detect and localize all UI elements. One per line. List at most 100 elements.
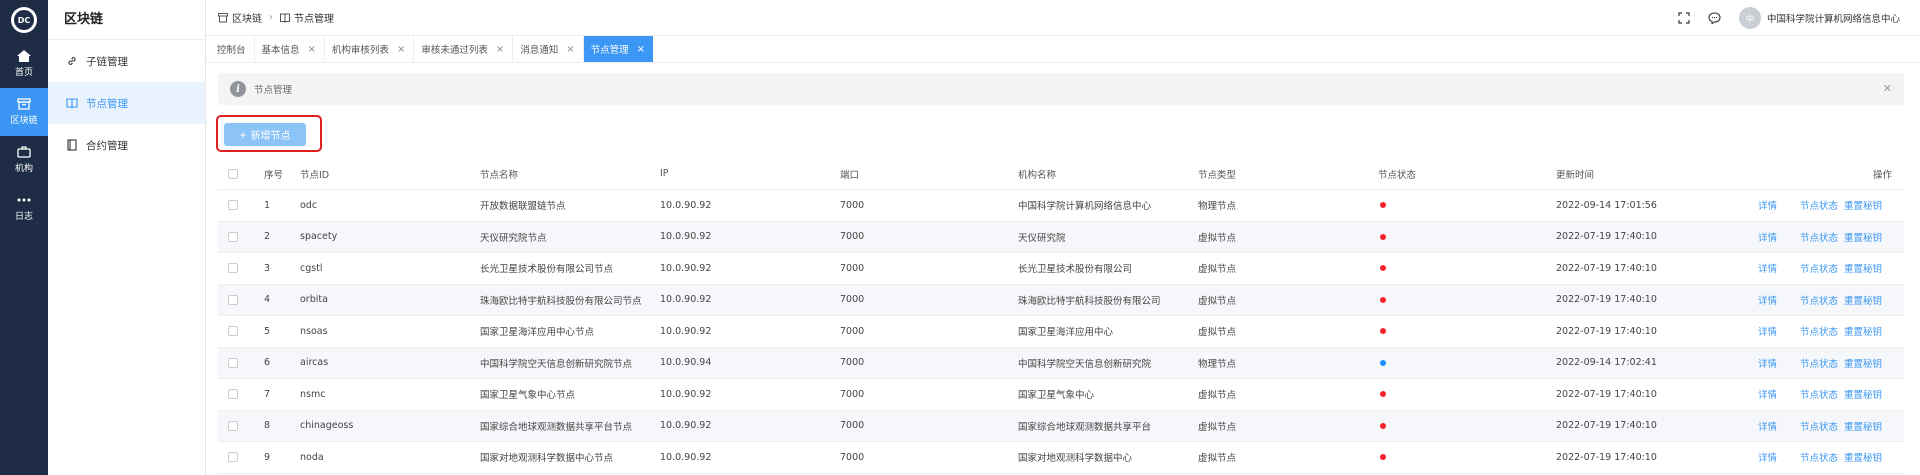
fullscreen-icon[interactable]: [1678, 12, 1690, 24]
select-all-checkbox[interactable]: [228, 158, 238, 189]
reset-key-link[interactable]: 重置秘钥: [1844, 411, 1882, 442]
node-status-link[interactable]: 节点状态: [1800, 316, 1838, 347]
row-checkbox-cell[interactable]: [228, 348, 238, 379]
cell-no: 6: [264, 357, 271, 369]
row-checkbox-cell[interactable]: [228, 379, 238, 410]
reset-key-link[interactable]: 重置秘钥: [1844, 348, 1882, 379]
tab-basic-info[interactable]: 基本信息 ×: [255, 36, 325, 62]
logo[interactable]: DC: [11, 7, 37, 33]
sidebar-item-contract[interactable]: 合约管理: [48, 124, 205, 166]
checkbox[interactable]: [228, 357, 238, 368]
node-status-link[interactable]: 节点状态: [1800, 379, 1838, 410]
detail-link[interactable]: 详情: [1758, 253, 1777, 284]
detail-link[interactable]: 详情: [1758, 316, 1777, 347]
avatar[interactable]: 中: [1738, 7, 1761, 29]
detail-link[interactable]: 详情: [1758, 348, 1777, 379]
node-status-link[interactable]: 节点状态: [1800, 411, 1838, 442]
reset-key-link[interactable]: 重置秘钥: [1844, 285, 1882, 316]
detail-link[interactable]: 详情: [1758, 379, 1777, 410]
rail-item-log[interactable]: 日志: [0, 184, 48, 232]
tab-org-review[interactable]: 机构审核列表 ×: [325, 36, 415, 62]
reset-key-link[interactable]: 重置秘钥: [1844, 190, 1882, 221]
cell-status: [1380, 316, 1386, 347]
node-status-link[interactable]: 节点状态: [1800, 285, 1838, 316]
cell-status: [1380, 411, 1386, 442]
row-checkbox-cell[interactable]: [228, 253, 238, 284]
checkbox[interactable]: [228, 200, 238, 211]
checkbox[interactable]: [228, 452, 238, 463]
column-header: 机构名称: [1018, 169, 1057, 181]
node-status-link[interactable]: 节点状态: [1800, 253, 1838, 284]
tab-label: 节点管理: [590, 45, 629, 56]
reset-key-link[interactable]: 重置秘钥: [1844, 316, 1882, 347]
detail-link[interactable]: 详情: [1758, 411, 1777, 442]
rail-item-home[interactable]: 首页: [0, 40, 48, 88]
cell-id: nsoas: [300, 325, 328, 337]
rail-item-org[interactable]: 机构: [0, 136, 48, 184]
checkbox[interactable]: [228, 420, 238, 431]
checkbox[interactable]: [228, 389, 238, 400]
detail-link[interactable]: 详情: [1758, 442, 1777, 473]
cell-type: 虚拟节点: [1198, 421, 1237, 433]
cell-ip: 10.0.90.92: [660, 420, 712, 432]
status-dot: [1380, 233, 1386, 240]
node-status-link[interactable]: 节点状态: [1800, 442, 1838, 473]
chevron-right-icon: ›: [269, 12, 273, 23]
breadcrumb-item[interactable]: 区块链: [232, 10, 262, 25]
node-status-link[interactable]: 节点状态: [1800, 190, 1838, 221]
row-checkbox-cell[interactable]: [228, 411, 238, 442]
cell-status: [1380, 379, 1386, 410]
node-status-link[interactable]: 节点状态: [1800, 222, 1838, 253]
node-status-link[interactable]: 节点状态: [1800, 348, 1838, 379]
detail-link[interactable]: 详情: [1758, 285, 1777, 316]
checkbox[interactable]: [228, 294, 238, 305]
checkbox[interactable]: [228, 168, 238, 179]
close-icon[interactable]: ×: [637, 44, 645, 55]
reset-key-link[interactable]: 重置秘钥: [1844, 379, 1882, 410]
message-icon[interactable]: [1708, 12, 1721, 24]
row-checkbox-cell[interactable]: [228, 442, 238, 473]
cell-ip: 10.0.90.92: [660, 451, 712, 463]
tab-node-management[interactable]: 节点管理 ×: [583, 36, 654, 62]
column-header: 序号: [264, 169, 284, 181]
status-dot: [1380, 296, 1386, 303]
checkbox[interactable]: [228, 231, 238, 242]
cell-time: 2022-07-19 17:40:10: [1556, 420, 1657, 432]
table-row: 5 nsoas 国家卫星海洋应用中心节点 10.0.90.92 7000 国家卫星海洋应用…: [218, 316, 1904, 348]
reset-key-link[interactable]: 重置秘钥: [1844, 442, 1882, 473]
close-icon[interactable]: ×: [496, 44, 504, 55]
sidebar-item-subchain[interactable]: 子链管理: [48, 40, 205, 82]
row-checkbox-cell[interactable]: [228, 285, 238, 316]
close-icon[interactable]: ✕: [1883, 82, 1892, 95]
table-row: 9 noda 国家对地观测科学数据中心节点 10.0.90.92 7000 国家对地观测科…: [218, 442, 1904, 474]
close-icon[interactable]: ×: [397, 44, 405, 55]
tab-label: 基本信息: [261, 45, 300, 56]
status-dot: [1380, 359, 1386, 366]
checkbox[interactable]: [228, 263, 238, 274]
reset-key-link[interactable]: 重置秘钥: [1844, 253, 1882, 284]
close-icon[interactable]: ×: [566, 44, 574, 55]
close-icon[interactable]: ×: [308, 44, 316, 55]
tab-review-rejected[interactable]: 审核未通过列表 ×: [414, 36, 514, 62]
row-checkbox-cell[interactable]: [228, 316, 238, 347]
row-checkbox-cell[interactable]: [228, 222, 238, 253]
detail-link[interactable]: 详情: [1758, 190, 1777, 221]
reset-key-link[interactable]: 重置秘钥: [1844, 222, 1882, 253]
icon-rail: DC 首页 区块链 机构 日志: [0, 0, 48, 475]
document-icon: [67, 139, 77, 151]
cell-name: 国家综合地球观测数据共享平台节点: [480, 421, 633, 433]
tab-dashboard[interactable]: 控制台: [210, 36, 255, 62]
checkbox[interactable]: [228, 326, 238, 337]
detail-link[interactable]: 详情: [1758, 222, 1777, 253]
tab-messages[interactable]: 消息通知 ×: [513, 36, 584, 62]
row-checkbox-cell[interactable]: [228, 190, 238, 221]
org-name[interactable]: 中国科学院计算机网络信息中心: [1767, 11, 1900, 25]
column-header: 节点ID: [300, 169, 330, 181]
add-node-button[interactable]: + 新增节点: [224, 123, 306, 146]
sidebar-item-node[interactable]: 节点管理: [48, 82, 205, 124]
sidebar-item-label: 子链管理: [86, 55, 128, 68]
cell-status: [1380, 190, 1386, 221]
rail-item-blockchain[interactable]: 区块链: [0, 88, 48, 136]
status-dot: [1380, 202, 1386, 209]
info-icon: i: [230, 81, 246, 97]
